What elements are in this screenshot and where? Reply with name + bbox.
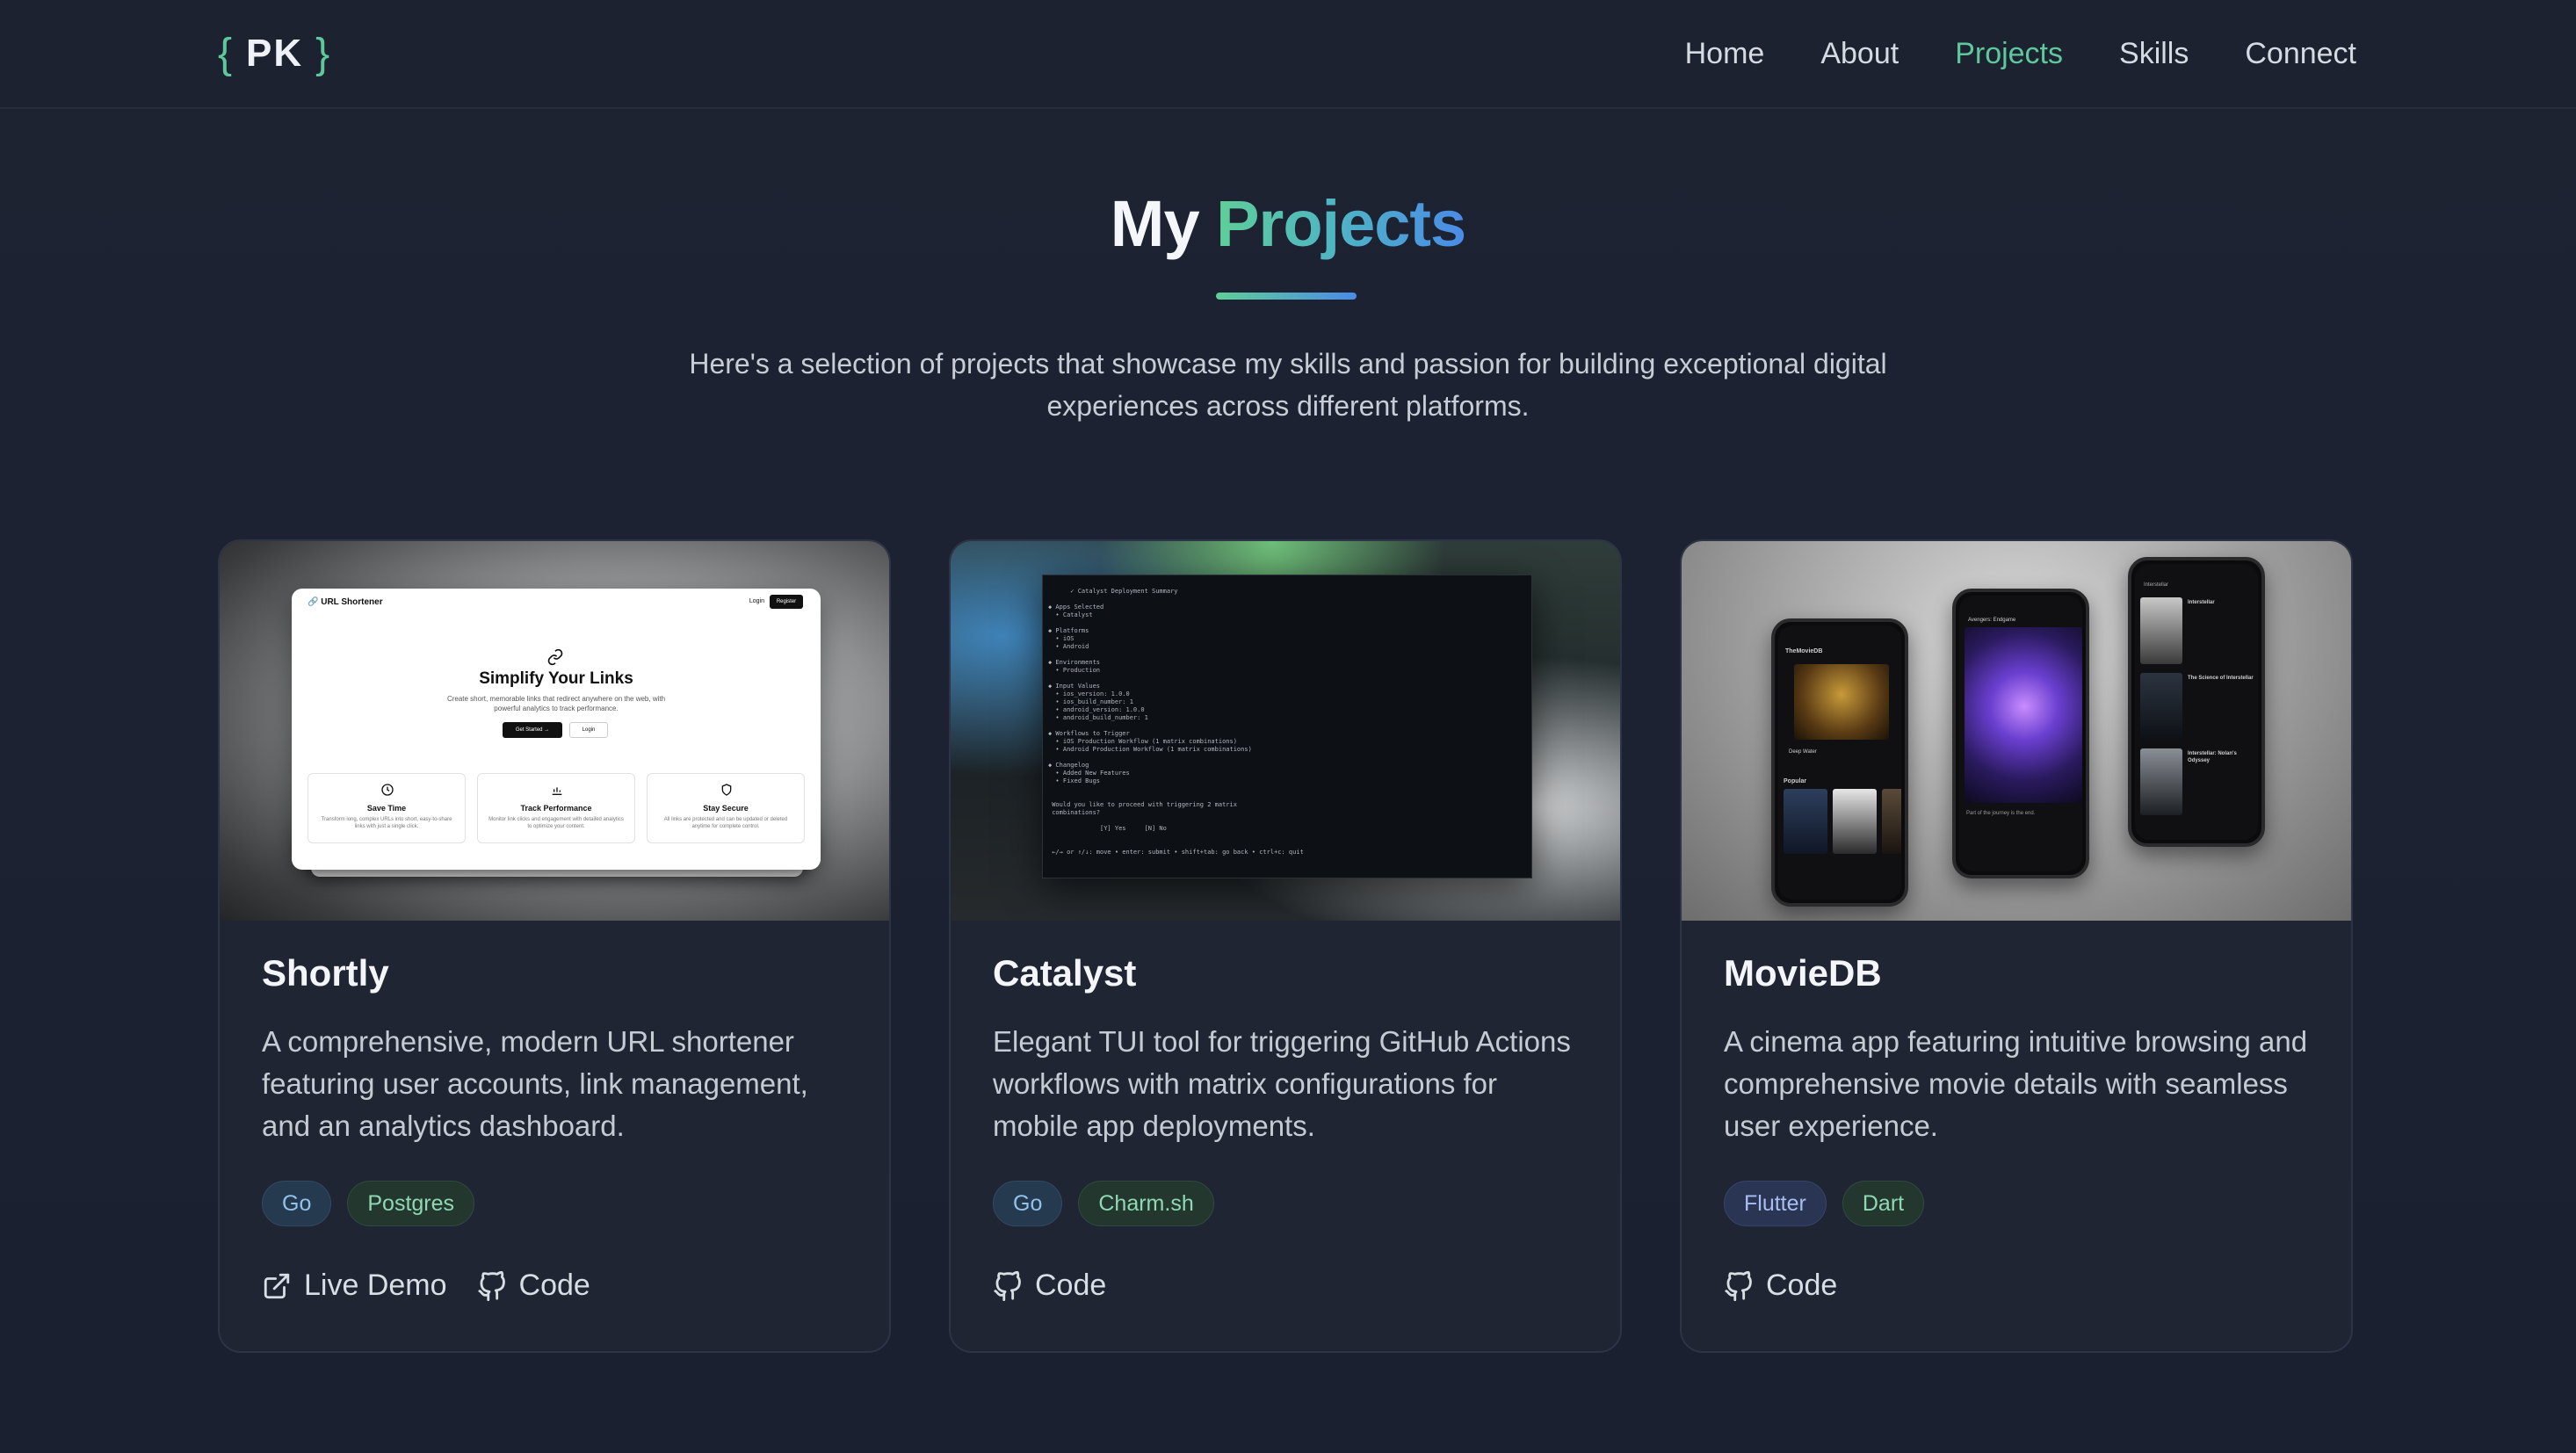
live-demo-link[interactable]: Live Demo	[262, 1269, 447, 1303]
preview-brand: 🔗 URL Shortener	[308, 597, 383, 607]
nav-home[interactable]: Home	[1685, 37, 1765, 71]
site-header: { PK } Home About Projects Skills Connec…	[0, 0, 2576, 109]
page-title: My Projects	[0, 186, 2576, 261]
nav-about[interactable]: About	[1820, 37, 1899, 71]
page-title-my: My	[1110, 187, 1200, 260]
shortly-preview-window: 🔗 URL Shortener Login Register Simplify …	[292, 589, 821, 870]
project-links: Code	[1724, 1269, 1837, 1303]
link-icon	[547, 648, 563, 666]
github-icon	[994, 1270, 1021, 1301]
preview-feature-secure: Stay Secure All links are protected and …	[647, 773, 805, 843]
shield-icon	[721, 784, 732, 796]
project-card-shortly: 🔗 URL Shortener Login Register Simplify …	[218, 539, 891, 1353]
tag-charm: Charm.sh	[1078, 1181, 1214, 1226]
logo[interactable]: { PK }	[218, 30, 331, 77]
code-label: Code	[1766, 1269, 1838, 1302]
tag-postgres: Postgres	[347, 1181, 475, 1226]
logo-initials: PK	[246, 32, 304, 75]
tag-list: Flutter Dart	[1724, 1181, 1925, 1226]
project-title: MovieDB	[1724, 952, 1882, 994]
project-card-catalyst: ✓ Catalyst Deployment Summary ◆ Apps Sel…	[949, 539, 1622, 1353]
project-description: A cinema app featuring intuitive browsin…	[1724, 1025, 2308, 1142]
project-card-moviedb: TheMovieDB Deep Water Popular Avengers: …	[1680, 539, 2353, 1353]
catalyst-terminal-preview: ✓ Catalyst Deployment Summary ◆ Apps Sel…	[1042, 575, 1532, 878]
logo-close-brace: }	[315, 30, 332, 77]
phone-mockup-detail: Avengers: Endgame Part of the journey is…	[1952, 589, 2089, 878]
nav-projects[interactable]: Projects	[1955, 37, 2063, 71]
github-icon	[1725, 1270, 1752, 1301]
preview-login: Login	[749, 598, 764, 604]
tag-list: Go Postgres	[262, 1181, 475, 1226]
project-description: A comprehensive, modern URL shortener fe…	[262, 1025, 808, 1142]
tag-list: Go Charm.sh	[993, 1181, 1214, 1226]
preview-subheading: Create short, memorable links that redir…	[446, 695, 666, 712]
project-links: Live Demo Code	[262, 1269, 590, 1303]
logo-open-brace: {	[218, 30, 235, 77]
intro-text: Here's a selection of projects that show…	[689, 348, 1887, 422]
phone-mockup-search: Interstellar Interstellar The Science of…	[2128, 557, 2265, 847]
project-thumbnail-catalyst[interactable]: ✓ Catalyst Deployment Summary ◆ Apps Sel…	[951, 541, 1620, 921]
code-link[interactable]: Code	[1724, 1269, 1837, 1303]
preview-feature-save-time: Save Time Transform long, complex URLs i…	[308, 773, 466, 843]
project-links: Code	[993, 1269, 1106, 1303]
live-demo-label: Live Demo	[304, 1269, 447, 1302]
preview-register: Register	[770, 595, 803, 609]
tag-flutter: Flutter	[1724, 1181, 1827, 1226]
nav-skills[interactable]: Skills	[2119, 37, 2189, 71]
preview-get-started: Get Started →	[503, 722, 562, 738]
project-title: Catalyst	[993, 952, 1137, 994]
preview-login-button: Login	[569, 722, 608, 738]
nav-connect[interactable]: Connect	[2245, 37, 2356, 71]
phone-mockup-home: TheMovieDB Deep Water Popular	[1771, 618, 1908, 907]
tag-dart: Dart	[1842, 1181, 1925, 1226]
project-thumbnail-shortly[interactable]: 🔗 URL Shortener Login Register Simplify …	[220, 541, 889, 921]
project-description: Elegant TUI tool for triggering GitHub A…	[993, 1025, 1571, 1142]
external-link-icon	[264, 1273, 290, 1298]
project-thumbnail-moviedb[interactable]: TheMovieDB Deep Water Popular Avengers: …	[1682, 541, 2351, 921]
preview-heading: Simplify Your Links	[479, 669, 633, 688]
main-nav: Home About Projects Skills Connect	[1685, 32, 2356, 76]
code-label: Code	[518, 1269, 590, 1302]
code-link[interactable]: Code	[993, 1269, 1106, 1303]
tag-go: Go	[993, 1181, 1063, 1226]
title-underline	[1216, 293, 1357, 300]
github-icon	[477, 1270, 505, 1301]
bar-chart-icon	[552, 787, 562, 795]
preview-feature-track: Track Performance Monitor link clicks an…	[477, 773, 635, 843]
code-link[interactable]: Code	[477, 1269, 590, 1303]
tag-go: Go	[262, 1181, 332, 1226]
page-title-projects: Projects	[1216, 187, 1466, 260]
clock-icon	[381, 784, 394, 796]
code-label: Code	[1035, 1269, 1107, 1302]
project-title: Shortly	[262, 952, 389, 994]
